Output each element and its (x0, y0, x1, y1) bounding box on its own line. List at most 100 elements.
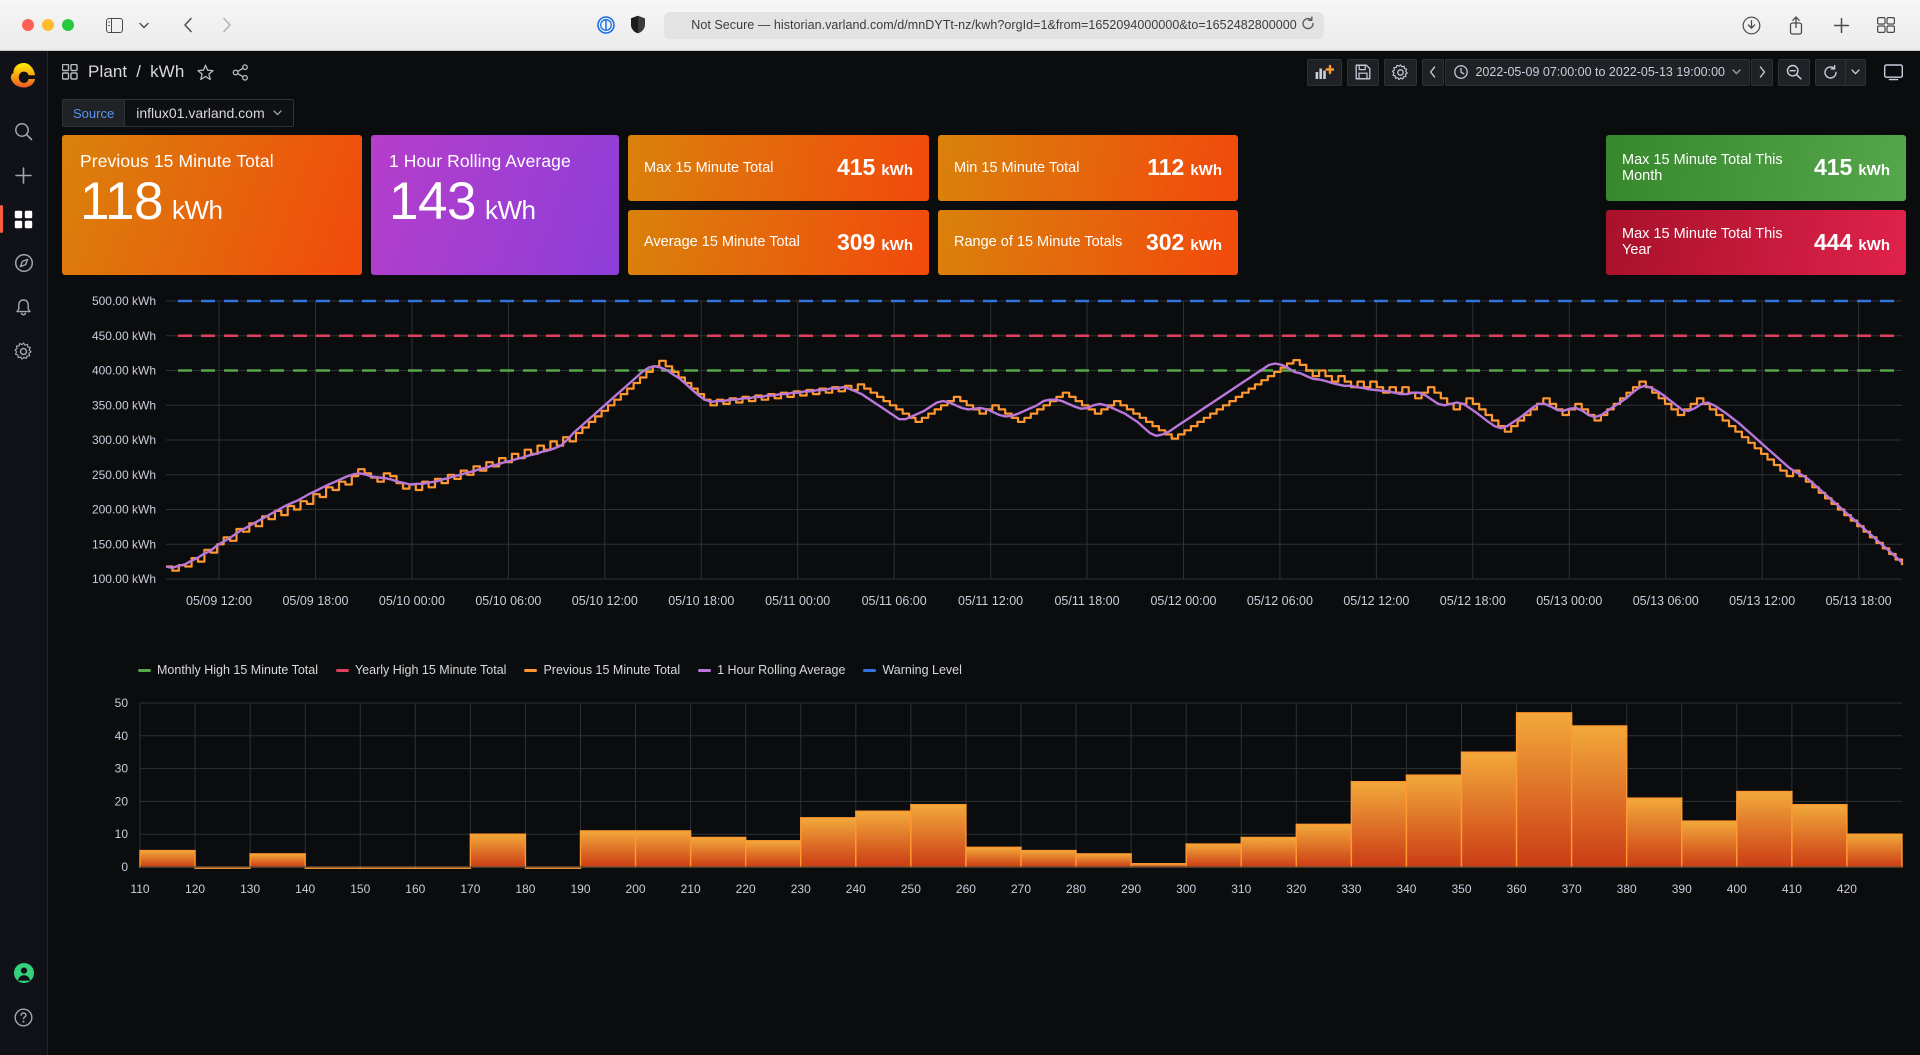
histogram-bar[interactable] (691, 837, 746, 867)
timeseries-plot[interactable]: 100.00 kWh150.00 kWh200.00 kWh250.00 kWh… (62, 291, 1906, 635)
tab-overview-icon[interactable] (1872, 13, 1900, 37)
privacy-shield-icon[interactable] (630, 15, 650, 35)
stat-panel-1-hour-rolling-average[interactable]: 1 Hour Rolling Average 143 kWh (371, 135, 619, 275)
histogram-bar[interactable] (1406, 775, 1461, 867)
stat-panel-range-of-15-minute-totals[interactable]: Range of 15 Minute Totals 302 kWh (938, 210, 1238, 276)
legend-item[interactable]: Warning Level (863, 663, 961, 677)
histogram-bar[interactable] (470, 834, 525, 867)
histogram-bar[interactable] (1627, 798, 1682, 867)
refresh-interval-dropdown[interactable] (1845, 59, 1866, 86)
y-axis-tick-label: 500.00 kWh (92, 294, 156, 308)
share-icon[interactable] (232, 64, 249, 81)
sidebar-item-configuration[interactable] (4, 331, 44, 371)
histogram-bar[interactable] (140, 851, 195, 867)
minimize-window-button[interactable] (42, 19, 54, 31)
sidebar-item-search[interactable] (4, 111, 44, 151)
legend-item[interactable]: Yearly High 15 Minute Total (336, 663, 506, 677)
histogram-bar[interactable] (250, 854, 305, 867)
histogram-panel[interactable]: 0102030405011012013014015016017018019020… (62, 695, 1906, 903)
page-title[interactable]: kWh (150, 62, 184, 82)
sidebar-toggle-icon[interactable] (100, 13, 128, 37)
stat-panel-max-15-minute-total[interactable]: Max 15 Minute Total 415 kWh (628, 135, 929, 201)
save-dashboard-button[interactable] (1347, 59, 1379, 86)
browser-back-button[interactable] (174, 13, 202, 37)
stat-panel-max-15-minute-total-this-year[interactable]: Max 15 Minute Total This Year 444 kWh (1606, 210, 1906, 276)
histogram-bar[interactable] (1682, 821, 1737, 867)
histogram-bar[interactable] (1572, 726, 1627, 867)
legend-item[interactable]: 1 Hour Rolling Average (698, 663, 845, 677)
reader-mode-icon[interactable] (596, 15, 616, 35)
sidebar-item-help[interactable] (4, 997, 44, 1037)
x-axis-tick-label: 140 (295, 882, 315, 896)
histogram-bar[interactable] (1021, 851, 1076, 867)
time-range-picker[interactable]: 2022-05-09 07:00:00 to 2022-05-13 19:00:… (1445, 59, 1750, 86)
histogram-bar[interactable] (581, 831, 636, 867)
grafana-logo-icon[interactable] (9, 61, 39, 91)
histogram-bar[interactable] (1351, 782, 1406, 867)
y-axis-tick-label: 20 (115, 794, 129, 808)
time-range-prev-button[interactable] (1422, 59, 1444, 86)
template-variables-bar: Source influx01.varland.com (48, 93, 1920, 135)
x-axis-tick-label: 240 (846, 882, 866, 896)
histogram-bar[interactable] (1517, 713, 1572, 867)
nav-rail (0, 51, 48, 1055)
stat-value: 143 (389, 174, 476, 230)
url-input[interactable]: Not Secure — historian.varland.com/d/mnD… (664, 12, 1324, 39)
variable-source-select[interactable]: influx01.varland.com (124, 99, 293, 127)
share-icon[interactable] (1782, 13, 1810, 37)
dashboard-settings-button[interactable] (1384, 59, 1417, 86)
add-panel-button[interactable] (1307, 59, 1342, 86)
browser-forward-button[interactable] (212, 13, 240, 37)
zoom-out-button[interactable] (1778, 59, 1810, 86)
stat-panel-previous-15-minute-total[interactable]: Previous 15 Minute Total 118 kWh (62, 135, 362, 275)
histogram-bar[interactable] (1792, 805, 1847, 867)
histogram-bar[interactable] (911, 805, 966, 867)
breadcrumb-folder[interactable]: Plant (88, 62, 127, 82)
x-axis-tick-label: 330 (1341, 882, 1361, 896)
sidebar-item-create[interactable] (4, 155, 44, 195)
x-axis-tick-label: 05/12 00:00 (1150, 594, 1216, 608)
new-tab-icon[interactable] (1827, 13, 1855, 37)
histogram-bar[interactable] (1076, 854, 1131, 867)
histogram-bar[interactable] (856, 811, 911, 867)
dashboard-grid-icon (62, 64, 78, 80)
histogram-bar[interactable] (1462, 752, 1517, 867)
stat-unit: kWh (1858, 162, 1890, 179)
refresh-button[interactable] (1815, 59, 1845, 86)
sidebar-item-user[interactable] (4, 953, 44, 993)
timeseries-panel[interactable]: 100.00 kWh150.00 kWh200.00 kWh250.00 kWh… (62, 291, 1906, 681)
histogram-bar[interactable] (1241, 837, 1296, 867)
breadcrumb-separator: / (136, 62, 141, 82)
star-icon[interactable] (197, 64, 214, 81)
reload-icon[interactable] (1301, 17, 1315, 34)
histogram-bar[interactable] (1296, 824, 1351, 867)
legend-item[interactable]: Previous 15 Minute Total (524, 663, 680, 677)
histogram-bar[interactable] (1186, 844, 1241, 867)
sidebar-item-alerting[interactable] (4, 287, 44, 327)
address-bar-region: Not Secure — historian.varland.com/d/mnD… (596, 12, 1324, 39)
histogram-bar[interactable] (636, 831, 691, 867)
histogram-bar[interactable] (746, 841, 801, 867)
stat-panel-max-15-minute-total-this-month[interactable]: Max 15 Minute Total This Month 415 kWh (1606, 135, 1906, 201)
sidebar-item-explore[interactable] (4, 243, 44, 283)
histogram-bar[interactable] (801, 818, 856, 867)
y-axis-tick-label: 150.00 kWh (92, 537, 156, 551)
legend-swatch (698, 669, 711, 672)
histogram-bar[interactable] (1847, 834, 1902, 867)
stat-panel-average-15-minute-total[interactable]: Average 15 Minute Total 309 kWh (628, 210, 929, 276)
close-window-button[interactable] (22, 19, 34, 31)
tv-mode-button[interactable] (1877, 59, 1910, 86)
time-range-next-button[interactable] (1751, 59, 1773, 86)
sidebar-chevron-down-icon[interactable] (130, 13, 158, 37)
downloads-icon[interactable] (1737, 13, 1765, 37)
maximize-window-button[interactable] (62, 19, 74, 31)
x-axis-tick-label: 05/10 06:00 (475, 594, 541, 608)
stat-panel-min-15-minute-total[interactable]: Min 15 Minute Total 112 kWh (938, 135, 1238, 201)
legend-item[interactable]: Monthly High 15 Minute Total (138, 663, 318, 677)
x-axis-tick-label: 260 (956, 882, 976, 896)
sidebar-item-dashboards[interactable] (4, 199, 44, 239)
x-axis-tick-label: 190 (570, 882, 590, 896)
histogram-bar[interactable] (966, 847, 1021, 867)
histogram-bar[interactable] (1737, 792, 1792, 867)
x-axis-tick-label: 05/13 00:00 (1536, 594, 1602, 608)
